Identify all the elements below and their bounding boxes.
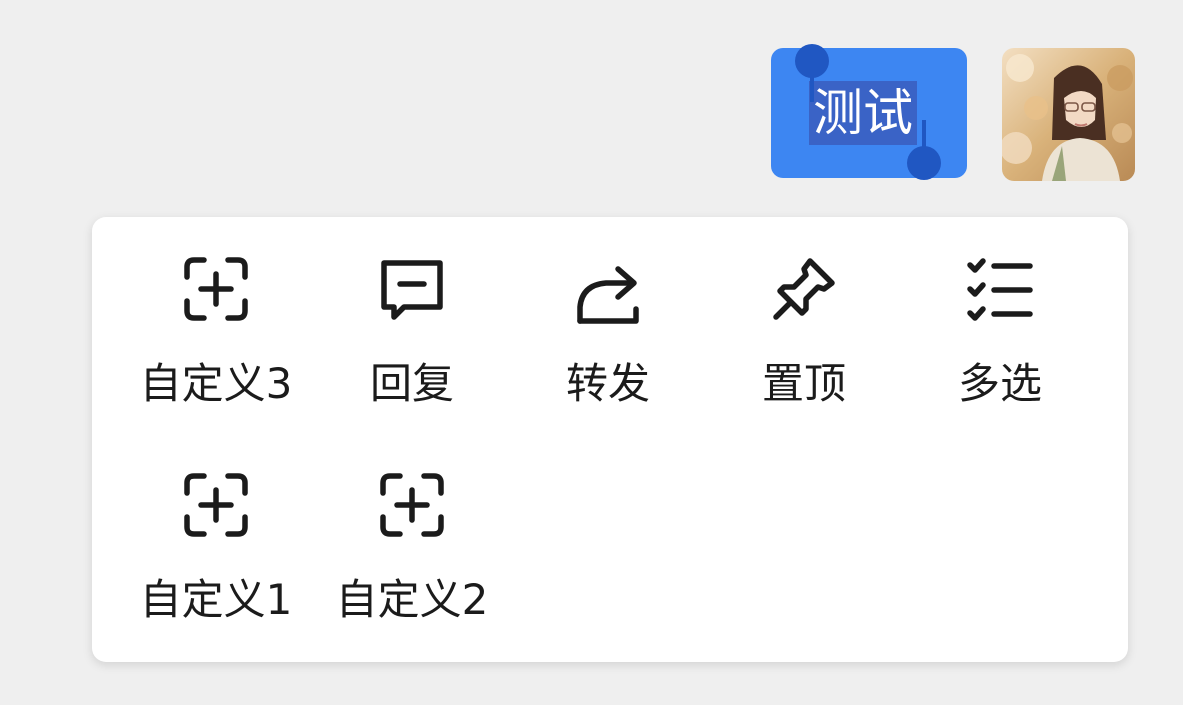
menu-item-label: 回复 (369, 359, 454, 408)
avatar-portrait-icon (1002, 48, 1135, 181)
add-box-icon (180, 469, 252, 541)
menu-item-label: 自定义1 (139, 575, 293, 624)
menu-item-reply[interactable]: 回复 (314, 217, 510, 417)
message-bubble[interactable]: 测试 (771, 44, 967, 180)
menu-item-multi-select[interactable]: 多选 (902, 217, 1098, 417)
add-box-icon (376, 469, 448, 541)
forward-share-icon (572, 253, 644, 325)
multi-select-list-icon (964, 253, 1036, 325)
reply-message-icon (376, 253, 448, 325)
menu-item-custom-1[interactable]: 自定义1 (118, 433, 314, 633)
pin-icon (768, 253, 840, 325)
menu-item-pin-top[interactable]: 置顶 (706, 217, 902, 417)
menu-item-custom-3[interactable]: 自定义3 (118, 217, 314, 417)
user-avatar[interactable] (1002, 48, 1135, 181)
menu-item-label: 置顶 (761, 359, 846, 408)
menu-item-label: 多选 (957, 359, 1042, 408)
menu-item-custom-2[interactable]: 自定义2 (314, 433, 510, 633)
menu-item-label: 自定义3 (139, 359, 293, 408)
selection-start-handle[interactable] (795, 44, 829, 102)
selection-end-handle[interactable] (907, 120, 941, 180)
selected-message-text[interactable]: 测试 (809, 81, 917, 145)
menu-item-label: 自定义2 (335, 575, 489, 624)
menu-item-forward[interactable]: 转发 (510, 217, 706, 417)
message-context-menu: 自定义3 回复 转发 置顶 多选 自定义1 自定义2 (92, 217, 1128, 662)
menu-item-label: 转发 (565, 359, 650, 408)
add-box-icon (180, 253, 252, 325)
